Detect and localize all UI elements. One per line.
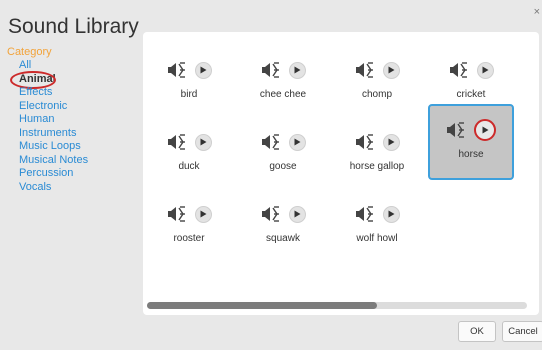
sound-label: chee chee (259, 89, 307, 100)
sound-tile-squawk[interactable]: squawk (241, 188, 325, 246)
play-icon[interactable] (194, 61, 212, 79)
sound-tile-chomp[interactable]: chomp (335, 44, 419, 102)
play-icon[interactable] (288, 205, 306, 223)
play-icon[interactable] (474, 119, 496, 141)
play-icon[interactable] (382, 205, 400, 223)
sound-label: wolf howl (356, 233, 398, 244)
category-item-human[interactable]: Human (7, 113, 137, 127)
speaker-icon (355, 205, 375, 223)
speaker-icon (167, 205, 187, 223)
category-item-musical-notes[interactable]: Musical Notes (7, 154, 137, 168)
category-item-instruments[interactable]: Instruments (7, 127, 137, 141)
category-item-music-loops[interactable]: Music Loops (7, 140, 137, 154)
sound-label: horse (458, 149, 484, 160)
category-item-percussion[interactable]: Percussion (7, 167, 137, 181)
play-icon[interactable] (476, 61, 494, 79)
sound-tile-horse[interactable]: horse (428, 104, 514, 180)
sound-grid-panel: bird chee chee chomp cricket duck goose … (143, 32, 539, 315)
play-icon[interactable] (194, 205, 212, 223)
horizontal-scrollbar[interactable] (147, 302, 527, 309)
sound-tile-wolf-howl[interactable]: wolf howl (335, 188, 419, 246)
speaker-icon (261, 61, 281, 79)
speaker-icon (167, 61, 187, 79)
sound-tile-bird[interactable]: bird (147, 44, 231, 102)
play-icon[interactable] (194, 133, 212, 151)
sound-library-dialog: Sound Library × Category All Animal Effe… (0, 0, 542, 350)
play-icon[interactable] (288, 133, 306, 151)
sound-label: chomp (361, 89, 392, 100)
sound-label: bird (180, 89, 198, 100)
sound-tile-duck[interactable]: duck (147, 116, 231, 174)
speaker-icon (355, 61, 375, 79)
speaker-icon (446, 121, 466, 139)
speaker-icon (449, 61, 469, 79)
cancel-button[interactable]: Cancel (502, 321, 542, 342)
speaker-icon (261, 205, 281, 223)
sound-label: rooster (173, 233, 205, 244)
category-item-animal[interactable]: Animal (7, 70, 137, 88)
play-icon[interactable] (382, 61, 400, 79)
category-heading: Category (7, 46, 52, 58)
sound-label: goose (269, 161, 297, 172)
sound-label: horse gallop (349, 161, 405, 172)
play-icon[interactable] (382, 133, 400, 151)
sound-label: squawk (266, 233, 300, 244)
dialog-title: Sound Library (8, 15, 139, 38)
speaker-icon (355, 133, 375, 151)
category-item-vocals[interactable]: Vocals (7, 181, 137, 195)
speaker-icon (167, 133, 187, 151)
scrollbar-thumb[interactable] (147, 302, 377, 309)
category-item-effects[interactable]: Effects (7, 86, 137, 100)
sound-label: cricket (456, 89, 486, 100)
sound-tile-rooster[interactable]: rooster (147, 188, 231, 246)
ok-button[interactable]: OK (458, 321, 496, 342)
close-icon[interactable]: × (534, 6, 540, 18)
speaker-icon (261, 133, 281, 151)
sound-tile-horse-gallop[interactable]: horse gallop (335, 116, 419, 174)
category-item-electronic[interactable]: Electronic (7, 100, 137, 114)
sound-label: duck (178, 161, 200, 172)
sound-tile-goose[interactable]: goose (241, 116, 325, 174)
sound-tile-chee-chee[interactable]: chee chee (241, 44, 325, 102)
category-sidebar: Category All Animal Effects Electronic H… (7, 45, 137, 194)
play-icon[interactable] (288, 61, 306, 79)
sound-tile-cricket[interactable]: cricket (429, 44, 513, 102)
